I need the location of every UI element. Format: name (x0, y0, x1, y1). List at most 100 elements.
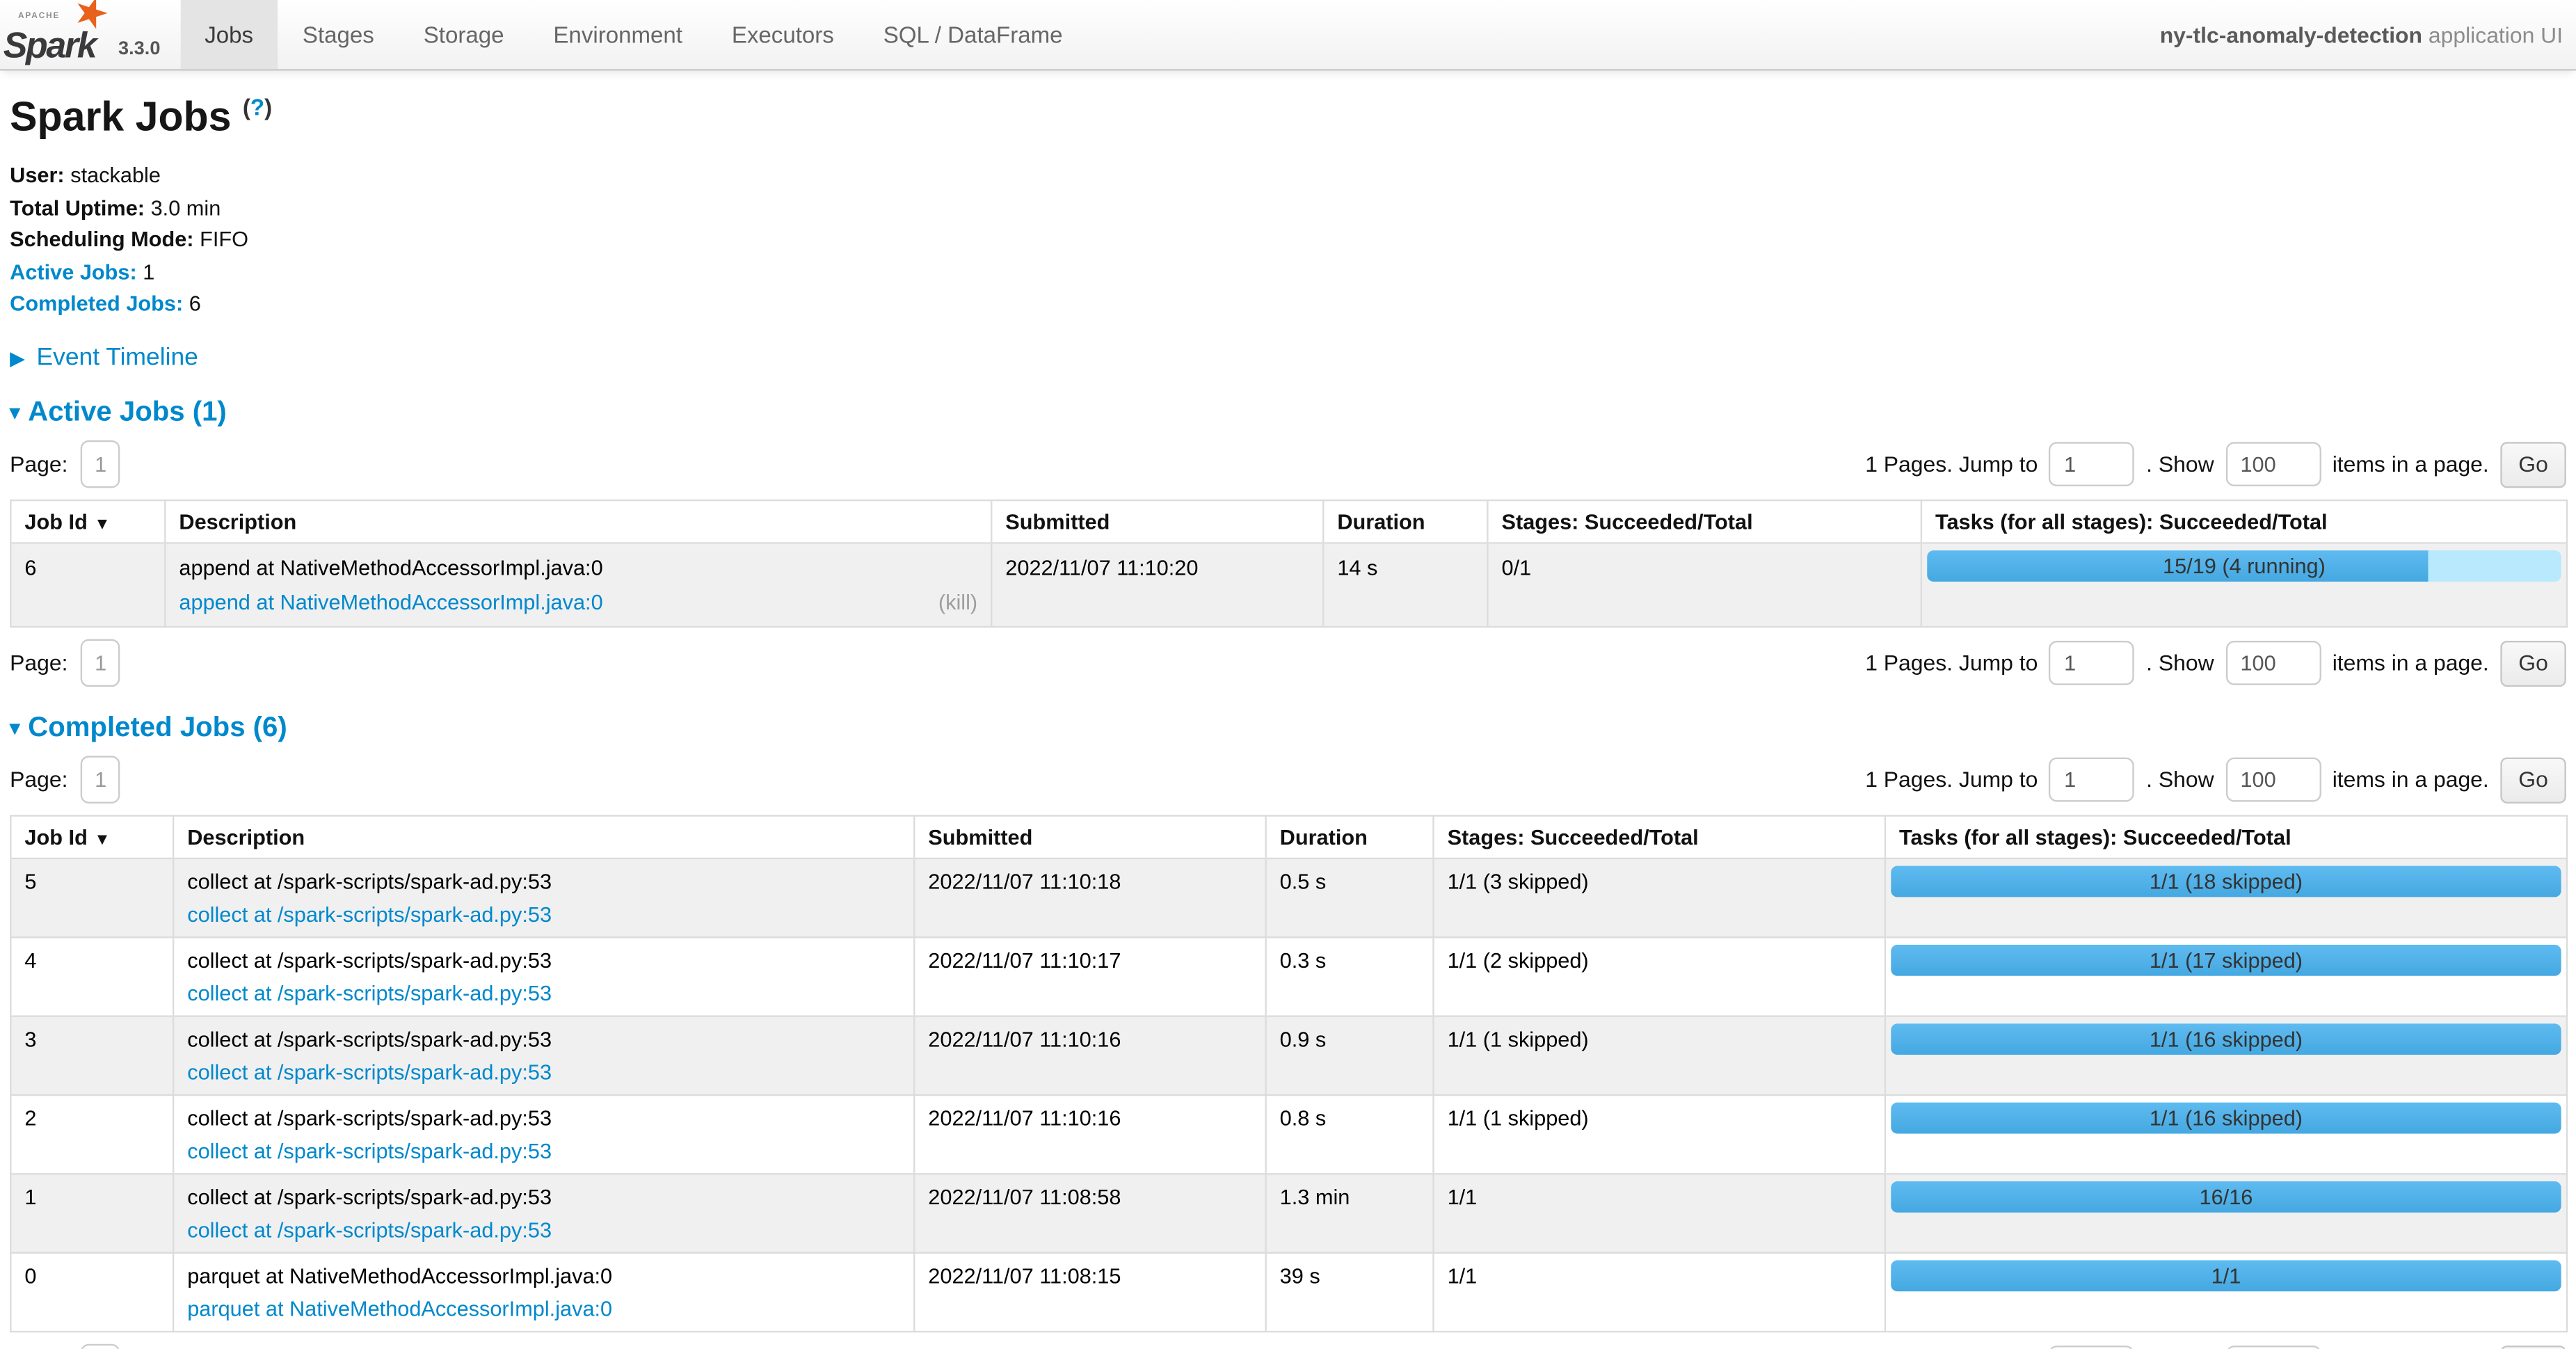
tab-sql-dataframe[interactable]: SQL / DataFrame (858, 0, 1087, 69)
table-row: 4 collect at /spark-scripts/spark-ad.py:… (10, 938, 2567, 1016)
collapse-open-icon: ▾ (10, 401, 19, 424)
col-description[interactable]: Description (165, 501, 991, 543)
jump-to-input[interactable] (2049, 641, 2135, 686)
description-link[interactable]: collect at /spark-scripts/spark-ad.py:53 (187, 1139, 552, 1163)
show-count-input[interactable] (2225, 758, 2321, 802)
page-number-input[interactable] (81, 756, 120, 804)
tasks-cell: 1/1 (18 skipped) (1885, 859, 2567, 938)
completed-jobs-link[interactable]: Completed Jobs: (10, 292, 183, 316)
items-text: items in a page. (2333, 651, 2489, 676)
tab-executors[interactable]: Executors (707, 0, 858, 69)
job-id-cell: 5 (10, 859, 173, 938)
job-id-cell: 6 (10, 543, 165, 627)
progress-label: 1/1 (17 skipped) (1891, 945, 2561, 977)
col-tasks[interactable]: Tasks (for all stages): Succeeded/Total (1885, 816, 2567, 859)
duration-cell: 39 s (1266, 1253, 1434, 1332)
tab-stages[interactable]: Stages (278, 0, 399, 69)
summary-uptime: Total Uptime: 3.0 min (10, 195, 2566, 220)
stages-cell: 0/1 (1487, 543, 1921, 627)
col-stages[interactable]: Stages: Succeeded/Total (1487, 501, 1921, 543)
col-job-id[interactable]: Job Id▼ (10, 501, 165, 543)
job-id-cell: 3 (10, 1016, 173, 1095)
description-text: collect at /spark-scripts/spark-ad.py:53 (187, 1106, 900, 1131)
col-submitted[interactable]: Submitted (991, 501, 1323, 543)
description-link[interactable]: collect at /spark-scripts/spark-ad.py:53 (187, 982, 552, 1006)
show-count-input[interactable] (2225, 1346, 2321, 1349)
active-jobs-table: Job Id▼ Description Submitted Duration S… (10, 500, 2568, 628)
submitted-cell: 2022/11/07 11:10:16 (914, 1096, 1265, 1174)
tab-jobs[interactable]: Jobs (180, 0, 278, 69)
stages-cell: 1/1 (1433, 1174, 1885, 1253)
table-row: 2 collect at /spark-scripts/spark-ad.py:… (10, 1096, 2567, 1174)
page-number-input[interactable] (81, 639, 120, 687)
progress-label: 1/1 (16 skipped) (1891, 1103, 2561, 1134)
col-tasks[interactable]: Tasks (for all stages): Succeeded/Total (1921, 501, 2567, 543)
go-button[interactable]: Go (2500, 442, 2566, 488)
job-id-cell: 2 (10, 1096, 173, 1174)
duration-cell: 1.3 min (1266, 1174, 1434, 1253)
show-count-input[interactable] (2225, 442, 2321, 487)
table-row: 1 collect at /spark-scripts/spark-ad.py:… (10, 1174, 2567, 1253)
active-jobs-section-header[interactable]: ▾Active Jobs (1) (10, 397, 2566, 429)
jump-to-input[interactable] (2049, 442, 2135, 487)
apache-label: APACHE (18, 12, 60, 22)
tab-storage[interactable]: Storage (399, 0, 529, 69)
completed-jobs-table: Job Id▼ Description Submitted Duration S… (10, 815, 2568, 1333)
completed-jobs-section-header[interactable]: ▾Completed Jobs (6) (10, 712, 2566, 744)
description-link[interactable]: collect at /spark-scripts/spark-ad.py:53 (187, 1060, 552, 1085)
pages-count-text: 1 Pages. Jump to (1865, 768, 2038, 792)
summary-user: User: stackable (10, 163, 2566, 188)
collapse-closed-icon: ▶ (10, 347, 25, 370)
stages-cell: 1/1 (1433, 1253, 1885, 1332)
duration-cell: 0.5 s (1266, 859, 1434, 938)
spark-logo[interactable]: APACHE Spark ★ (0, 0, 112, 69)
stages-cell: 1/1 (1 skipped) (1433, 1096, 1885, 1174)
pagination-row: Page: 1 Pages. Jump to . Show items in a… (10, 639, 2566, 687)
go-button[interactable]: Go (2500, 1346, 2566, 1349)
col-submitted[interactable]: Submitted (914, 816, 1265, 859)
description-link[interactable]: collect at /spark-scripts/spark-ad.py:53 (187, 902, 552, 927)
summary-completed-jobs: Completed Jobs: 6 (10, 292, 2566, 316)
job-id-cell: 4 (10, 938, 173, 1016)
table-header-row: Job Id▼ Description Submitted Duration S… (10, 816, 2567, 859)
col-duration[interactable]: Duration (1266, 816, 1434, 859)
active-jobs-link[interactable]: Active Jobs: (10, 260, 137, 284)
col-job-id[interactable]: Job Id▼ (10, 816, 173, 859)
description-cell: collect at /spark-scripts/spark-ad.py:53… (173, 938, 914, 1016)
pagination-row: Page: 1 Pages. Jump to . Show items in a… (10, 441, 2566, 488)
description-text: collect at /spark-scripts/spark-ad.py:53 (187, 1185, 900, 1209)
submitted-cell: 2022/11/07 11:08:58 (914, 1174, 1265, 1253)
help-link[interactable]: ? (250, 94, 264, 120)
tasks-cell: 15/19 (4 running) (1921, 543, 2567, 627)
event-timeline-toggle[interactable]: ▶Event Timeline (10, 344, 2566, 372)
page-number-input[interactable] (81, 1345, 120, 1349)
nav-tabs: Jobs Stages Storage Environment Executor… (180, 0, 1087, 69)
jump-to-input[interactable] (2049, 1346, 2135, 1349)
progress-bar: 1/1 (1891, 1261, 2561, 1292)
show-count-input[interactable] (2225, 641, 2321, 686)
duration-cell: 0.8 s (1266, 1096, 1434, 1174)
page-content: Spark Jobs (?) User: stackable Total Upt… (0, 94, 2576, 1349)
sort-desc-icon: ▼ (94, 516, 110, 534)
tab-environment[interactable]: Environment (529, 0, 707, 69)
submitted-cell: 2022/11/07 11:10:20 (991, 543, 1323, 627)
col-description[interactable]: Description (173, 816, 914, 859)
description-link[interactable]: append at NativeMethodAccessorImpl.java:… (179, 591, 602, 615)
description-cell: collect at /spark-scripts/spark-ad.py:53… (173, 1174, 914, 1253)
kill-link[interactable]: (kill) (938, 591, 977, 615)
jump-to-input[interactable] (2049, 758, 2135, 802)
col-stages[interactable]: Stages: Succeeded/Total (1433, 816, 1885, 859)
col-duration[interactable]: Duration (1323, 501, 1487, 543)
show-text: . Show (2146, 651, 2214, 676)
submitted-cell: 2022/11/07 11:10:16 (914, 1016, 1265, 1095)
go-button[interactable]: Go (2500, 757, 2566, 803)
progress-label: 1/1 (16 skipped) (1891, 1024, 2561, 1055)
description-link[interactable]: collect at /spark-scripts/spark-ad.py:53 (187, 1218, 552, 1243)
page-number-input[interactable] (81, 441, 120, 488)
stages-cell: 1/1 (3 skipped) (1433, 859, 1885, 938)
description-link[interactable]: parquet at NativeMethodAccessorImpl.java… (187, 1297, 612, 1321)
description-text: collect at /spark-scripts/spark-ad.py:53 (187, 1028, 900, 1052)
description-text: append at NativeMethodAccessorImpl.java:… (179, 556, 977, 580)
table-header-row: Job Id▼ Description Submitted Duration S… (10, 501, 2567, 543)
go-button[interactable]: Go (2500, 641, 2566, 687)
